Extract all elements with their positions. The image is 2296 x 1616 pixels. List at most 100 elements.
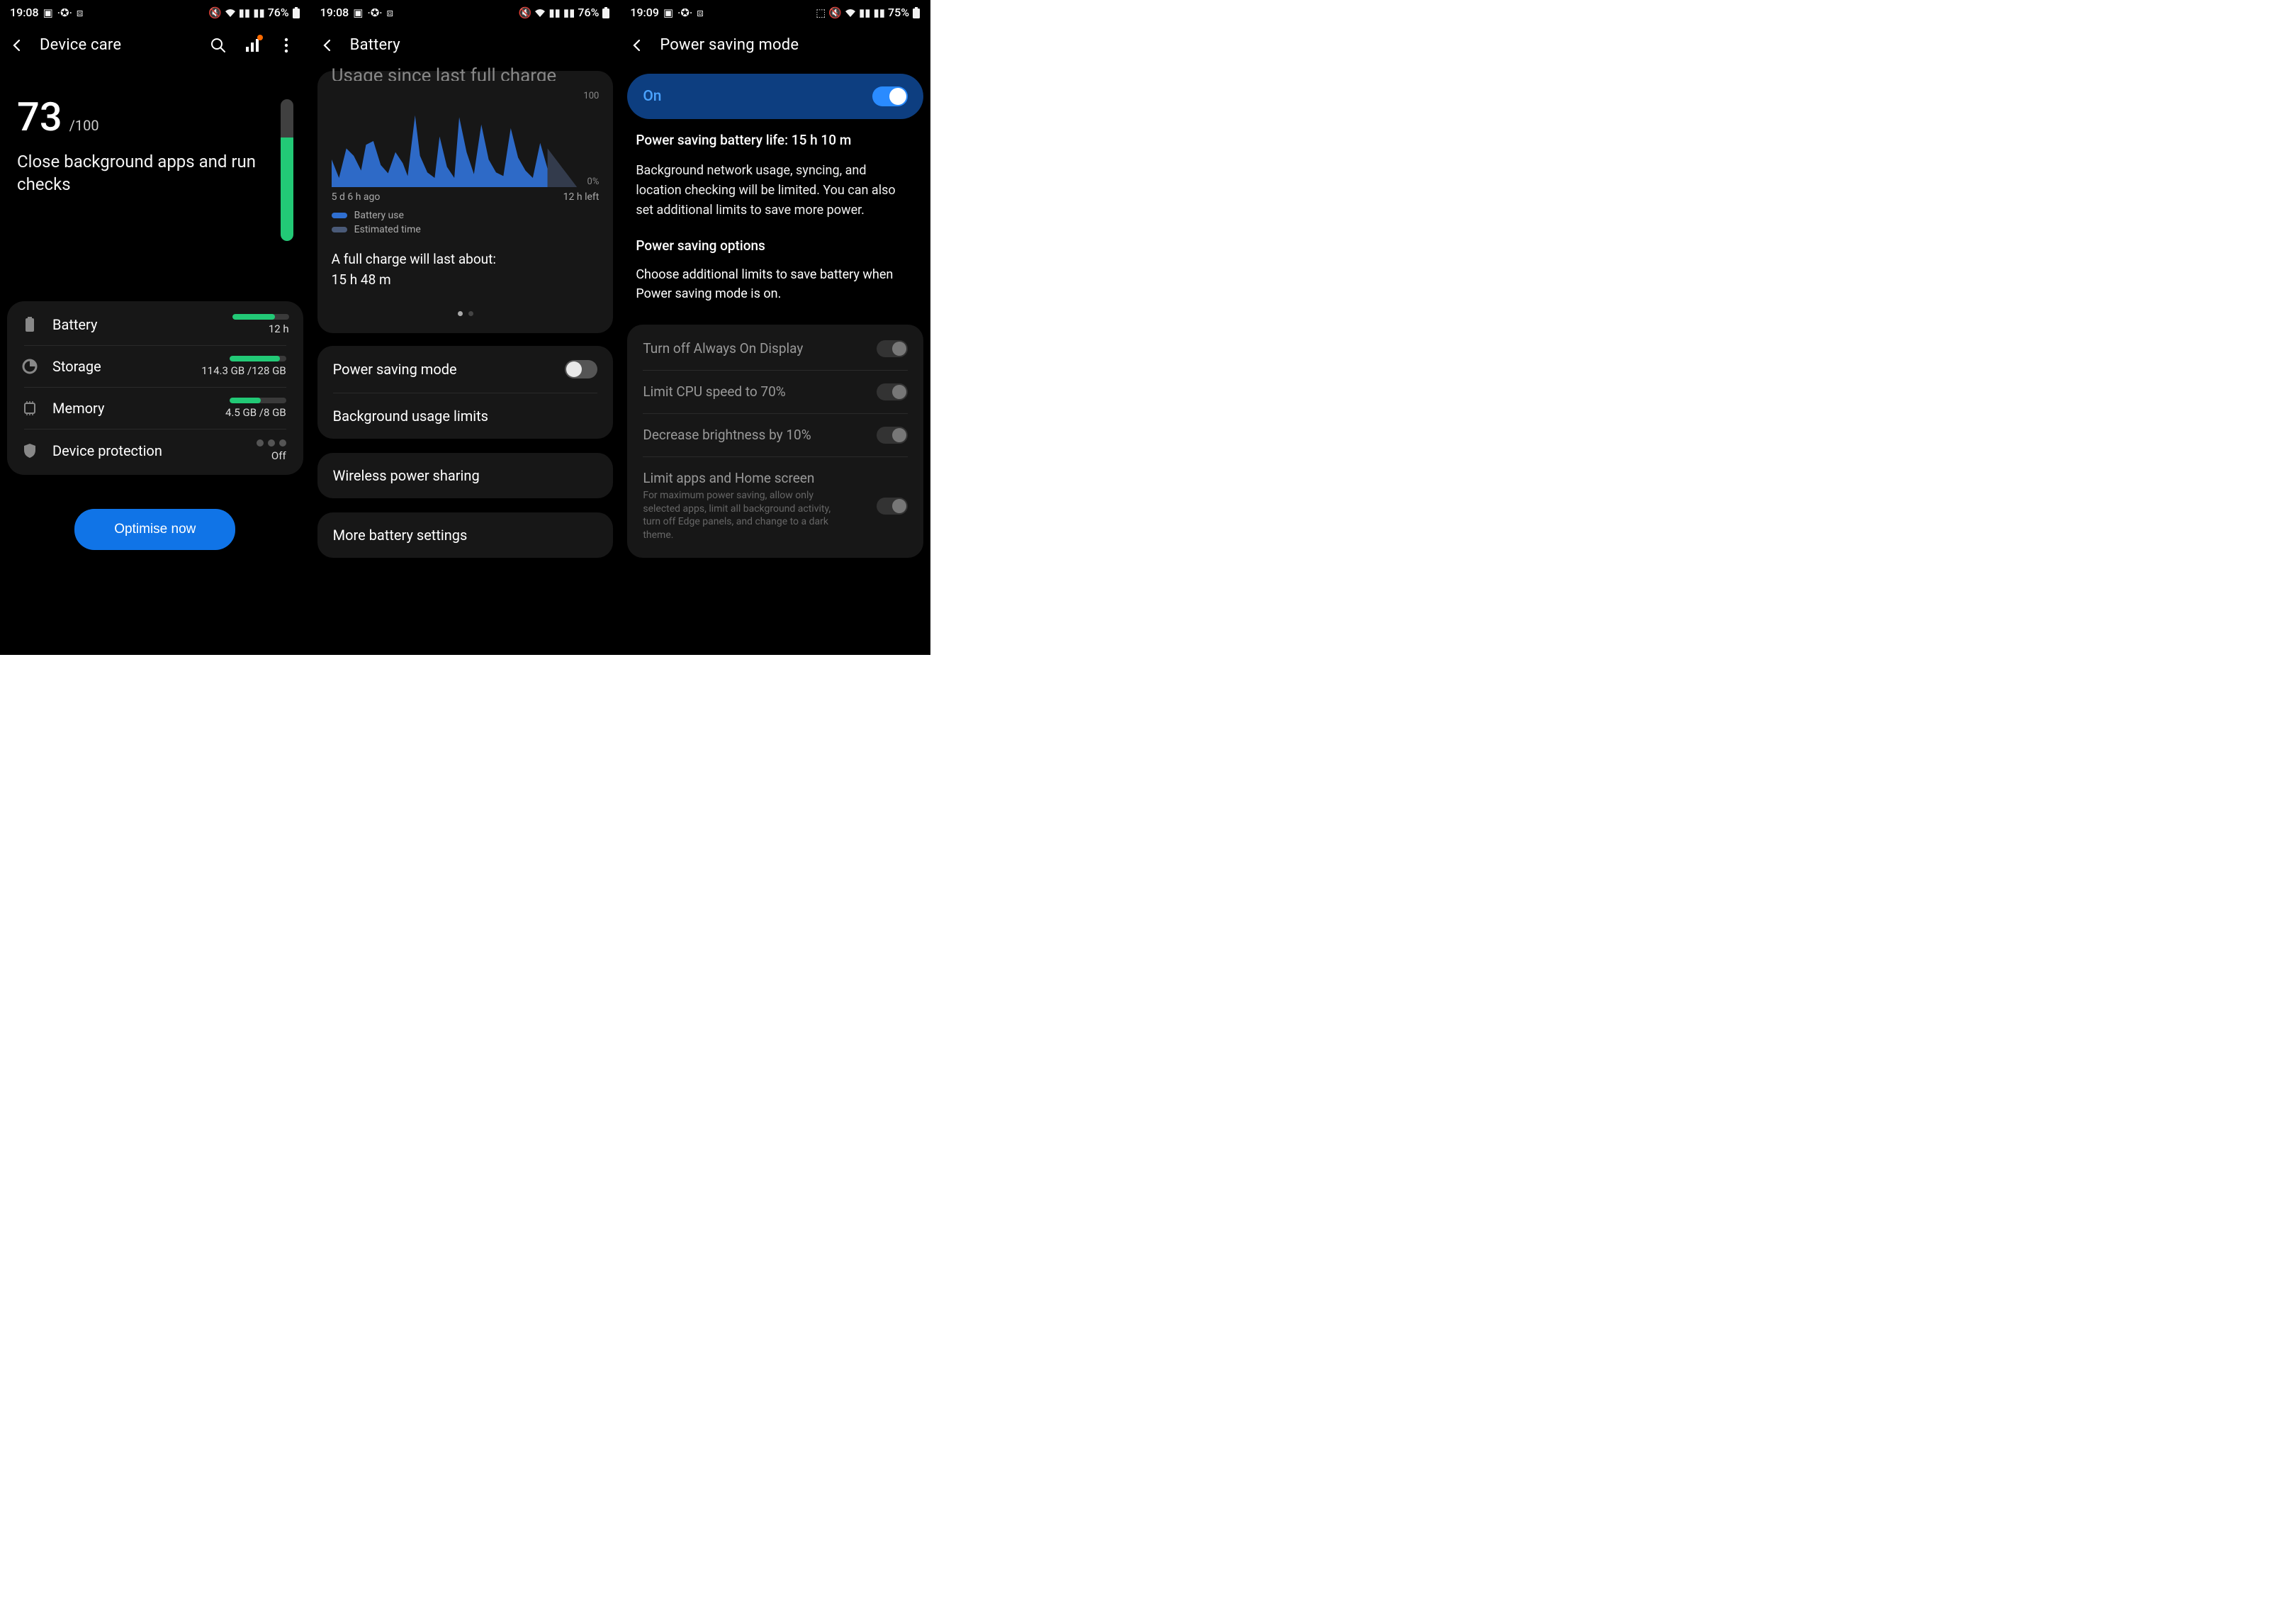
more-battery-settings-row[interactable]: More battery settings [317, 512, 614, 558]
chart-legend: Battery use Estimated time [332, 210, 600, 235]
legend-battery: Battery use [354, 210, 404, 221]
back-button[interactable] [319, 37, 336, 54]
power-saving-info: Power saving battery life: 15 h 10 m Bac… [620, 132, 930, 316]
limit-apps-toggle[interactable] [877, 498, 908, 515]
aod-row[interactable]: Turn off Always On Display [627, 327, 923, 370]
background-usage-limits-label: Background usage limits [333, 408, 598, 425]
brightness-row[interactable]: Decrease brightness by 10% [643, 413, 908, 456]
battery-icon [292, 7, 300, 18]
dot-icon: ·✪· [367, 6, 382, 19]
chart-y-bottom: 0% [587, 176, 600, 187]
memory-sub: 4.5 GB /8 GB [187, 406, 286, 419]
page-title: Power saving mode [660, 36, 799, 54]
chart-svg [332, 95, 600, 187]
app-bar: Battery [310, 25, 621, 65]
device-care-screen: 19:08 ▣ ·✪· ⧈ 🔇 ▮▮ ▮▮ 76% Device care [0, 0, 310, 655]
search-icon[interactable] [210, 37, 227, 54]
background-usage-limits-row[interactable]: Background usage limits [333, 393, 598, 439]
signal-icon: ▮▮ [239, 6, 251, 19]
battery-screen: 19:08 ▣ ·✪· ⧈ 🔇 ▮▮ ▮▮ 76% Battery Usage … [310, 0, 621, 655]
power-saving-mode-row[interactable]: Power saving mode [317, 346, 614, 393]
memory-row[interactable]: Memory 4.5 GB /8 GB [24, 387, 286, 429]
optimise-button[interactable]: Optimise now [74, 509, 235, 550]
status-battery-pct: 75% [888, 6, 909, 19]
wireless-power-card: Wireless power sharing [317, 453, 614, 498]
status-time: 19:08 [10, 6, 39, 19]
leaf-icon: ⬚ [816, 6, 826, 19]
storage-icon [21, 358, 38, 375]
power-saving-master-toggle[interactable] [872, 86, 908, 106]
status-time: 19:08 [320, 6, 349, 19]
status-bar: 19:09 ▣ ·✪· ⧈ ⬚ 🔇 ▮▮ ▮▮ 75% [620, 0, 930, 25]
battery-label: Battery [52, 316, 176, 333]
mute-icon: 🔇 [828, 6, 842, 19]
cc-icon: ⧈ [697, 6, 704, 19]
shield-icon [21, 442, 38, 459]
chart-x-left: 5 d 6 h ago [332, 191, 381, 203]
battery-chart: 100 0% [332, 95, 600, 187]
cpu-row[interactable]: Limit CPU speed to 70% [643, 370, 908, 413]
page-title: Device care [40, 36, 121, 54]
app-bar: Device care [0, 25, 310, 65]
brightness-toggle[interactable] [877, 427, 908, 444]
more-icon[interactable] [278, 37, 295, 54]
dot-icon: ·✪· [57, 6, 72, 19]
care-list: Battery 12 h Storage 114.3 GB /128 GB Me… [7, 301, 303, 475]
status-time: 19:09 [630, 6, 659, 19]
status-bar: 19:08 ▣ ·✪· ⧈ 🔇 ▮▮ ▮▮ 76% [0, 0, 310, 25]
storage-label: Storage [52, 358, 173, 375]
cc-icon: ⧈ [77, 6, 84, 19]
signal-icon: ▮▮ [859, 6, 871, 19]
signal2-icon: ▮▮ [874, 6, 886, 19]
power-mode-card: Power saving mode Background usage limit… [317, 346, 614, 439]
usage-heading: Usage since last full charge [332, 65, 600, 81]
battery-sub: 12 h [190, 322, 289, 335]
storage-row[interactable]: Storage 114.3 GB /128 GB [24, 345, 286, 387]
cpu-toggle[interactable] [877, 383, 908, 400]
image-icon: ▣ [353, 6, 363, 19]
limit-apps-row[interactable]: Limit apps and Home screen For maximum p… [643, 456, 908, 556]
stats-icon[interactable] [244, 37, 261, 54]
pager-dots[interactable] [332, 311, 600, 316]
signal2-icon: ▮▮ [253, 6, 265, 19]
back-button[interactable] [9, 37, 26, 54]
full-charge-line2: 15 h 48 m [332, 270, 600, 291]
status-bar: 19:08 ▣ ·✪· ⧈ 🔇 ▮▮ ▮▮ 76% [310, 0, 621, 25]
battery-icon [602, 7, 610, 18]
battery-row[interactable]: Battery 12 h [7, 304, 303, 345]
image-icon: ▣ [663, 6, 673, 19]
score-hint: Close background apps and run checks [17, 150, 271, 196]
limit-apps-label: Limit apps and Home screen [643, 470, 867, 486]
signal2-icon: ▮▮ [563, 6, 575, 19]
device-protection-row[interactable]: Device protection Off [24, 429, 286, 472]
cpu-label: Limit CPU speed to 70% [643, 383, 867, 400]
device-protection-label: Device protection [52, 442, 173, 459]
aod-toggle[interactable] [877, 340, 908, 357]
mute-icon: 🔇 [208, 6, 222, 19]
score-value: 73 [17, 94, 62, 140]
memory-icon [21, 400, 38, 417]
battery-life-line: Power saving battery life: 15 h 10 m [636, 132, 915, 148]
app-bar: Power saving mode [620, 25, 930, 65]
memory-label: Memory [52, 400, 173, 417]
cc-icon: ⧈ [387, 6, 394, 19]
power-saving-screen: 19:09 ▣ ·✪· ⧈ ⬚ 🔇 ▮▮ ▮▮ 75% Power saving… [620, 0, 930, 655]
more-battery-settings-label: More battery settings [333, 527, 598, 544]
on-toggle-pill[interactable]: On [627, 74, 923, 119]
chart-y-top: 100 [583, 91, 599, 101]
protection-dots [187, 439, 286, 447]
wireless-power-sharing-row[interactable]: Wireless power sharing [317, 453, 614, 498]
wireless-power-sharing-label: Wireless power sharing [333, 467, 598, 484]
full-charge-line1: A full charge will last about: [332, 249, 600, 270]
back-button[interactable] [629, 37, 646, 54]
usage-card[interactable]: Usage since last full charge 100 0% 5 d … [317, 71, 614, 333]
wifi-icon [534, 9, 546, 17]
battery-icon [912, 7, 921, 18]
aod-label: Turn off Always On Display [643, 340, 867, 357]
power-saving-mode-label: Power saving mode [333, 361, 565, 378]
status-battery-pct: 76% [578, 6, 599, 19]
options-heading: Power saving options [636, 237, 915, 254]
brightness-label: Decrease brightness by 10% [643, 427, 867, 443]
dot-icon: ·✪· [677, 6, 692, 19]
power-saving-mode-toggle[interactable] [565, 360, 597, 378]
